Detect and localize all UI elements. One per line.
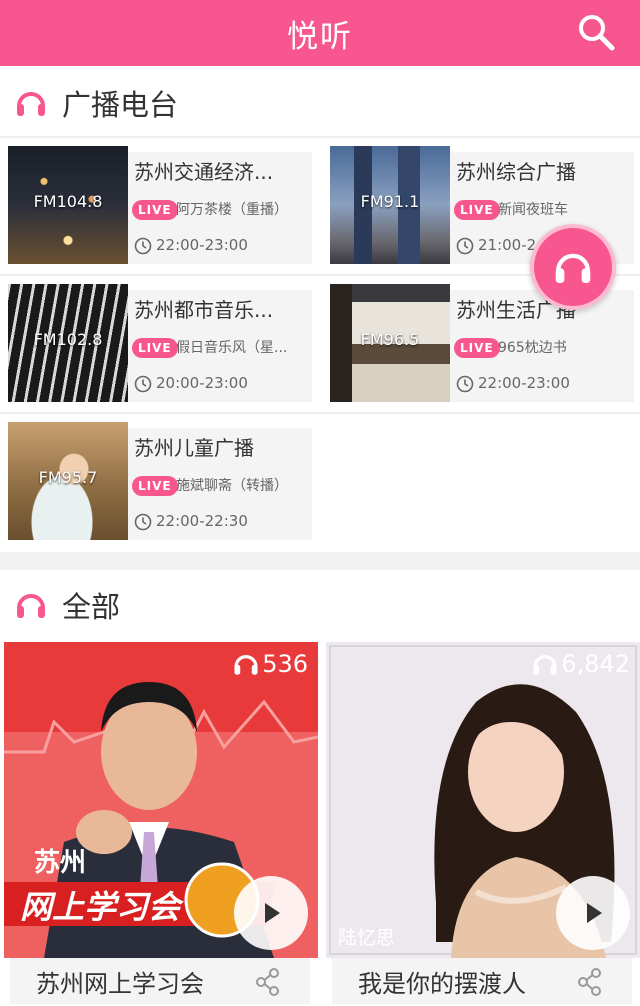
headphones-icon (533, 654, 557, 675)
listen-count: 6,842 (531, 650, 630, 678)
host-name: 陆忆思 (338, 927, 396, 949)
clock-icon (456, 375, 474, 393)
station-time: 22:00-23:00 (156, 236, 248, 254)
program-card[interactable]: 6,842 陆忆思 (326, 642, 640, 958)
floating-listen-button[interactable] (530, 224, 616, 310)
station-thumbnail: FM102.8 (8, 284, 128, 402)
section-radio-header: 广播电台 (0, 68, 640, 138)
station-info: 苏州儿童广播 LIVE 施斌聊斋（转播） 22:00-22:30 (128, 428, 312, 540)
brand-text: 网上学习会 (20, 888, 181, 926)
station-frequency: FM91.1 (360, 192, 420, 211)
live-badge: LIVE (454, 338, 500, 358)
station-thumbnail: FM95.7 (8, 422, 128, 540)
station-card[interactable]: FM104.8 苏州交通经济... LIVE 阿万茶楼（重播） 22:00-23… (0, 136, 312, 264)
station-name: 苏州交通经济... (134, 160, 274, 184)
station-time: 21:00-2 (478, 236, 537, 254)
clock-icon (456, 237, 474, 255)
station-time: 22:00-23:00 (478, 374, 570, 392)
section-title: 全部 (62, 590, 121, 624)
clock-icon (134, 513, 152, 531)
station-card[interactable]: FM95.7 苏州儿童广播 LIVE 施斌聊斋（转播） 22:00-22:30 (0, 412, 312, 540)
station-info: 苏州生活广播 LIVE 965枕边书 22:00-23:00 (450, 290, 634, 402)
share-icon[interactable] (578, 968, 602, 996)
clock-icon (134, 237, 152, 255)
search-icon[interactable] (576, 12, 616, 52)
live-badge: LIVE (454, 200, 500, 220)
listen-count: 536 (232, 650, 308, 678)
headphones-icon (17, 92, 45, 116)
station-frequency: FM104.8 (33, 192, 103, 211)
program-title-bar[interactable]: 苏州网上学习会 (10, 958, 310, 1004)
headphones-icon (234, 654, 258, 675)
live-badge: LIVE (132, 200, 178, 220)
station-name: 苏州都市音乐... (134, 298, 274, 322)
station-program: 施斌聊斋（转播） (176, 478, 288, 494)
station-thumbnail: FM96.5 (330, 284, 450, 402)
station-frequency: FM102.8 (33, 330, 103, 349)
headphones-icon (555, 253, 591, 284)
station-program: 阿万茶楼（重播） (176, 202, 288, 218)
station-info: 苏州都市音乐... LIVE 假日音乐风（星... 20:00-23:00 (128, 290, 312, 402)
live-badge: LIVE (132, 476, 178, 496)
station-frequency: FM96.5 (360, 330, 420, 349)
play-icon (265, 903, 280, 923)
program-title: 我是你的摆渡人 (358, 969, 526, 998)
section-title: 广播电台 (62, 88, 179, 122)
station-thumbnail: FM91.1 (330, 146, 450, 264)
section-all-header: 全部 (0, 570, 640, 640)
program-card[interactable]: 苏州 网上学习会 536 (4, 642, 318, 958)
station-time: 22:00-22:30 (156, 512, 248, 530)
page-title: 悦听 (287, 18, 353, 55)
station-program: 假日音乐风（星... (176, 340, 288, 356)
play-button[interactable] (556, 876, 630, 950)
station-name: 苏州综合广播 (456, 160, 576, 184)
station-card[interactable]: FM102.8 苏州都市音乐... LIVE 假日音乐风（星... 20:00-… (0, 274, 312, 402)
headphones-icon (17, 594, 45, 618)
brand-text: 苏州 (34, 848, 87, 878)
section-separator (0, 552, 640, 570)
app-header: 悦听 (0, 0, 640, 66)
program-title: 苏州网上学习会 (36, 969, 204, 998)
live-badge: LIVE (132, 338, 178, 358)
station-name: 苏州儿童广播 (134, 436, 254, 460)
station-frequency: FM95.7 (38, 468, 98, 487)
listen-count-value: 6,842 (561, 650, 630, 678)
play-button[interactable] (234, 876, 308, 950)
program-title-bar[interactable]: 我是你的摆渡人 (332, 958, 632, 1004)
play-icon (587, 903, 602, 923)
station-program: 965枕边书 (498, 340, 567, 356)
station-time: 20:00-23:00 (156, 374, 248, 392)
station-thumbnail: FM104.8 (8, 146, 128, 264)
station-info: 苏州交通经济... LIVE 阿万茶楼（重播） 22:00-23:00 (128, 152, 312, 264)
share-icon[interactable] (256, 968, 280, 996)
clock-icon (134, 375, 152, 393)
station-program: 新闻夜班车 (498, 202, 568, 218)
listen-count-value: 536 (262, 650, 308, 678)
